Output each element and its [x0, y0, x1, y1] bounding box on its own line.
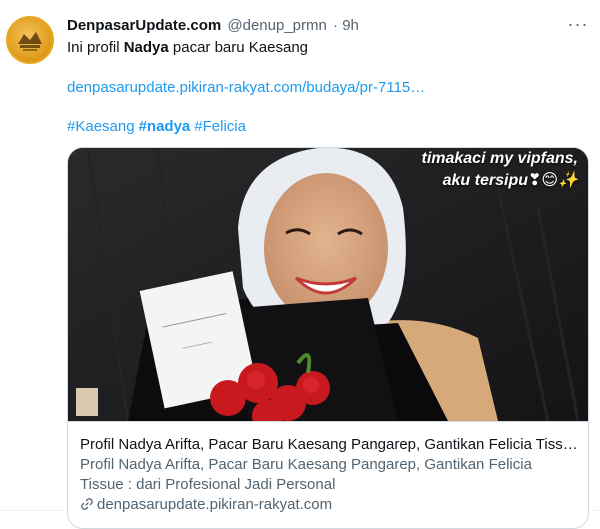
- tweet-time[interactable]: 9h: [342, 17, 359, 34]
- display-name[interactable]: DenpasarUpdate.com: [67, 17, 221, 34]
- hashtags: #Kaesang #nadya #Felicia: [67, 117, 250, 137]
- tweet-text-prefix: Ini profil: [67, 39, 124, 56]
- image-caption-line2: aku tersipu: [442, 172, 528, 189]
- avatar[interactable]: [6, 16, 54, 64]
- tweet-text-bold: Nadya: [123, 39, 169, 56]
- tweet-text-suffix: pacar baru Kaesang: [168, 39, 308, 56]
- image-caption-line1: timakaci my vipfans,: [421, 150, 578, 167]
- image-caption: timakaci my vipfans, aku tersipu❣😊✨: [348, 148, 578, 192]
- image-caption-line2-wrap: aku tersipu❣😊✨: [348, 170, 578, 192]
- link-icon: [80, 495, 94, 515]
- card-description[interactable]: Profil Nadya Arifta, Pacar Baru Kaesang …: [80, 455, 550, 495]
- hashtag-nadya[interactable]: #nadya: [139, 118, 191, 135]
- card-domain-row[interactable]: denpasarupdate.pikiran-rakyat.com: [80, 495, 332, 515]
- card-divider: [68, 421, 588, 422]
- denpasar-update-logo-icon: [18, 32, 42, 51]
- hashtag-kaesang[interactable]: #Kaesang: [67, 118, 135, 135]
- link-preview-card[interactable]: timakaci my vipfans, aku tersipu❣😊✨ Prof…: [67, 147, 589, 529]
- tweet[interactable]: DenpasarUpdate.com @denup_prmn · 9h ··· …: [0, 0, 600, 529]
- user-handle[interactable]: @denup_prmn: [227, 17, 326, 34]
- image-caption-emoji: ❣😊✨: [527, 172, 578, 189]
- tweet-link[interactable]: denpasarupdate.pikiran-rakyat.com/budaya…: [67, 78, 425, 98]
- more-options-button[interactable]: ···: [566, 14, 590, 38]
- tweet-text: Ini profil Nadya pacar baru Kaesang: [67, 38, 577, 58]
- card-image[interactable]: timakaci my vipfans, aku tersipu❣😊✨: [68, 148, 588, 421]
- card-title[interactable]: Profil Nadya Arifta, Pacar Baru Kaesang …: [80, 435, 580, 455]
- hashtag-felicia[interactable]: #Felicia: [194, 118, 246, 135]
- tweet-header: DenpasarUpdate.com @denup_prmn · 9h: [67, 16, 359, 36]
- separator-dot: ·: [333, 17, 339, 34]
- card-domain[interactable]: denpasarupdate.pikiran-rakyat.com: [97, 496, 332, 513]
